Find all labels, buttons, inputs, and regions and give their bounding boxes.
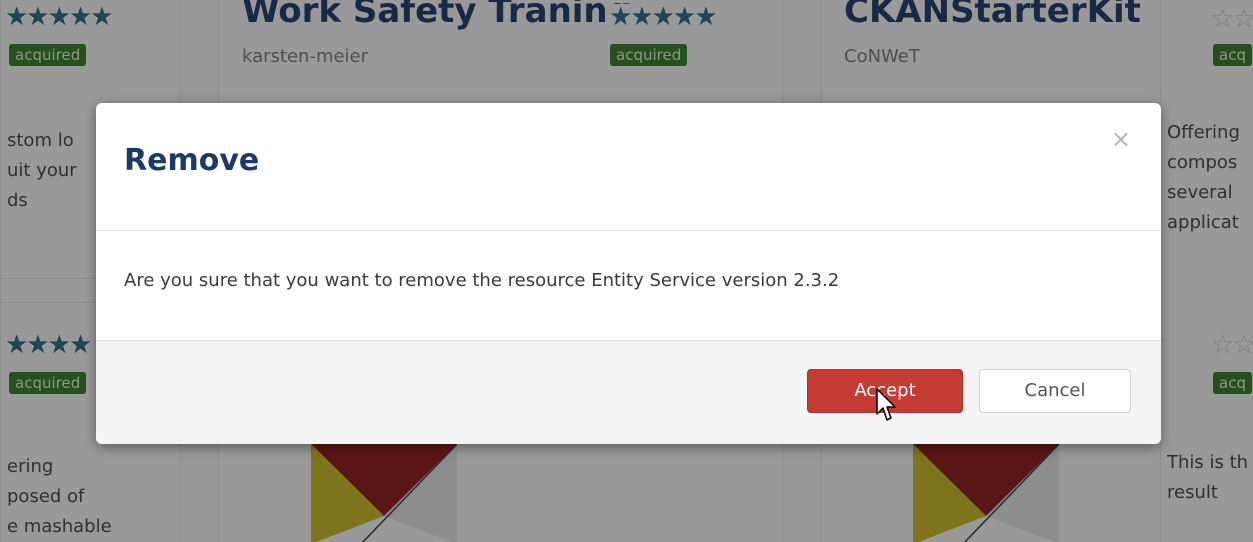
dialog-footer: Accept Cancel [96, 340, 1161, 444]
cancel-button[interactable]: Cancel [979, 369, 1131, 413]
dialog-body: Are you sure that you want to remove the… [96, 231, 1161, 339]
dialog-header: Remove × [96, 103, 1161, 231]
mouse-pointer-icon [876, 388, 896, 421]
confirmation-message: Are you sure that you want to remove the… [124, 270, 840, 291]
dialog-title: Remove [124, 143, 260, 178]
close-icon[interactable]: × [1111, 127, 1131, 151]
remove-dialog: Remove × Are you sure that you want to r… [96, 103, 1161, 444]
